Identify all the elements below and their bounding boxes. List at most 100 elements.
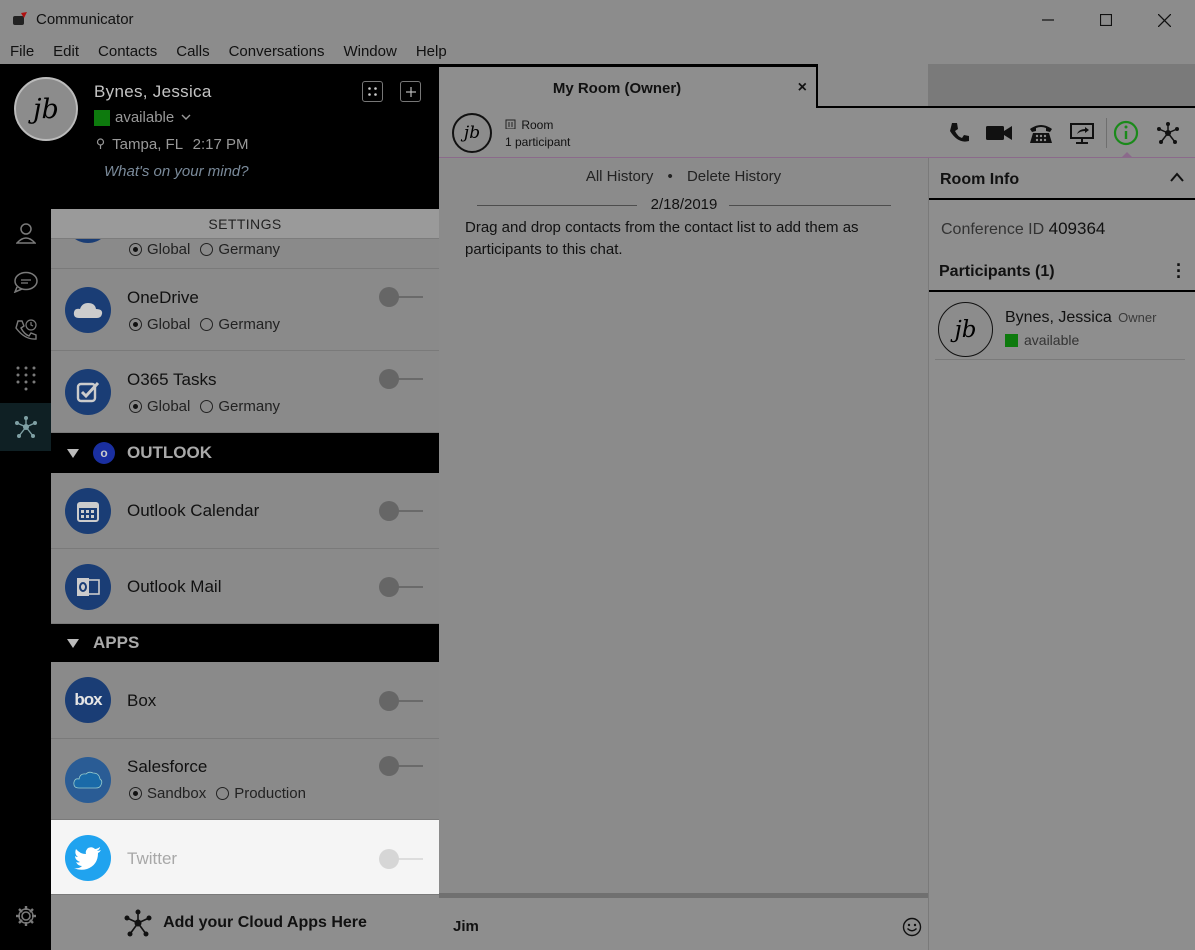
app-row-outlook-mail: Outlook Mail (51, 549, 439, 624)
nav-settings[interactable] (0, 892, 51, 940)
desk-phone-button[interactable] (1026, 118, 1056, 148)
delete-history-link[interactable]: Delete History (687, 168, 781, 185)
radio-global[interactable] (129, 400, 142, 413)
section-outlook[interactable]: o OUTLOOK (51, 433, 439, 473)
minimize-icon (1042, 19, 1054, 21)
nav-conversations[interactable] (0, 258, 51, 306)
dialpad-button[interactable] (362, 81, 383, 102)
message-composer[interactable]: Jim (439, 893, 928, 950)
room-info-title: Room Info (940, 171, 1020, 188)
status-indicator (94, 109, 110, 126)
room-avatar[interactable]: jb (452, 113, 492, 153)
plus-icon (405, 86, 416, 97)
screen-share-button[interactable] (1067, 118, 1097, 148)
menu-conversations[interactable]: Conversations (229, 40, 325, 64)
maximize-button[interactable] (1077, 0, 1135, 40)
participant-status-text: available (1024, 332, 1080, 348)
menu-file[interactable]: File (10, 40, 34, 64)
emoji-icon[interactable] (902, 917, 922, 937)
collapse-triangle-icon (67, 448, 79, 458)
app-row-o365-tasks: O365 Tasks Global Germany (51, 351, 439, 433)
calendar-icon (77, 502, 99, 522)
active-indicator (1122, 152, 1132, 157)
desk-phone-icon (1030, 125, 1052, 143)
title-bar: Communicator (0, 0, 1195, 40)
participant-role: Owner (1118, 310, 1157, 325)
box-toggle[interactable] (379, 691, 425, 711)
status-selector[interactable]: available (94, 109, 191, 126)
location-text: Tampa, FL (112, 136, 183, 153)
radio-germany[interactable] (200, 318, 214, 331)
tab-my-room[interactable]: My Room (Owner) × (439, 64, 818, 108)
audio-call-button[interactable] (944, 118, 974, 148)
avatar[interactable]: jb (14, 77, 78, 141)
app-name: Twitter (127, 849, 178, 868)
menu-help[interactable]: Help (416, 40, 447, 64)
chevron-up-icon[interactable] (1170, 172, 1184, 182)
region-options: Global Germany (129, 241, 280, 258)
onedrive-toggle[interactable] (379, 287, 425, 307)
maximize-icon (1100, 14, 1112, 26)
integrations-button[interactable] (1153, 118, 1183, 148)
radio-label: Germany (218, 398, 281, 415)
integrations-icon (14, 416, 37, 438)
room-info-button[interactable] (1111, 118, 1141, 148)
app-row-box: box Box (51, 662, 439, 739)
radio-global[interactable] (129, 318, 142, 331)
twitter-toggle[interactable] (379, 849, 425, 869)
nav-dialpad[interactable] (0, 354, 51, 402)
radio-germany[interactable] (200, 400, 214, 413)
radio-label: Sandbox (147, 785, 207, 802)
menu-edit[interactable]: Edit (53, 40, 79, 64)
room-avatar-initials: jb (463, 123, 481, 143)
participants-header: Participants (1) · · · (929, 254, 1195, 292)
location-pin-icon (96, 138, 105, 149)
menu-calls[interactable]: Calls (176, 40, 209, 64)
profile-name: Bynes, Jessica (94, 82, 212, 101)
conference-id: Conference ID 409364 (941, 219, 1105, 239)
nav-call-history[interactable] (0, 306, 51, 354)
outlook-mail-app-icon (65, 564, 111, 610)
participant-initials: jb (954, 316, 977, 343)
profile-location: Tampa, FL 2:17 PM (96, 136, 249, 153)
video-camera-icon (986, 126, 1012, 140)
close-window-button[interactable] (1135, 0, 1193, 40)
radio-sandbox[interactable] (129, 787, 142, 800)
screen-share-icon (1070, 123, 1094, 144)
radio-label: Germany (218, 241, 281, 258)
video-call-button[interactable] (984, 118, 1014, 148)
settings-header: SETTINGS (51, 209, 439, 239)
section-title: APPS (93, 633, 140, 652)
app-name: O365 Tasks (127, 370, 217, 389)
contact-icon (15, 223, 36, 244)
outlook-mail-toggle[interactable] (379, 577, 425, 597)
dialpad-icon (368, 87, 377, 96)
message-input[interactable]: Jim (453, 918, 479, 935)
local-time: 2:17 PM (192, 136, 249, 153)
more-options-icon[interactable]: · · · (1176, 256, 1182, 286)
outlook-calendar-toggle[interactable] (379, 501, 425, 521)
add-cloud-apps-button[interactable]: Add your Cloud Apps Here (51, 895, 439, 950)
salesforce-toggle[interactable] (379, 756, 425, 776)
chevron-down-icon (181, 114, 191, 120)
radio-germany[interactable] (200, 243, 214, 256)
add-button[interactable] (400, 81, 421, 102)
all-history-link[interactable]: All History (586, 168, 654, 185)
menu-contacts[interactable]: Contacts (98, 40, 157, 64)
chat-bubble-icon (13, 271, 38, 293)
tab-close-icon[interactable]: × (798, 79, 807, 97)
nav-rail (0, 209, 51, 950)
room-info-header[interactable]: Room Info (929, 158, 1195, 200)
participant-avatar: jb (938, 302, 993, 357)
radio-global[interactable] (129, 243, 142, 256)
section-apps[interactable]: APPS (51, 624, 439, 662)
menu-window[interactable]: Window (343, 40, 396, 64)
nav-cloud-apps[interactable] (0, 403, 51, 451)
o365-tasks-toggle[interactable] (379, 369, 425, 389)
window-title: Communicator (36, 11, 134, 28)
mind-input[interactable]: What's on your mind? (104, 163, 249, 180)
minimize-button[interactable] (1019, 0, 1077, 40)
participant-row[interactable]: jb Bynes, Jessica Owner available (935, 300, 1185, 360)
nav-contacts[interactable] (0, 209, 51, 257)
radio-production[interactable] (216, 787, 230, 800)
